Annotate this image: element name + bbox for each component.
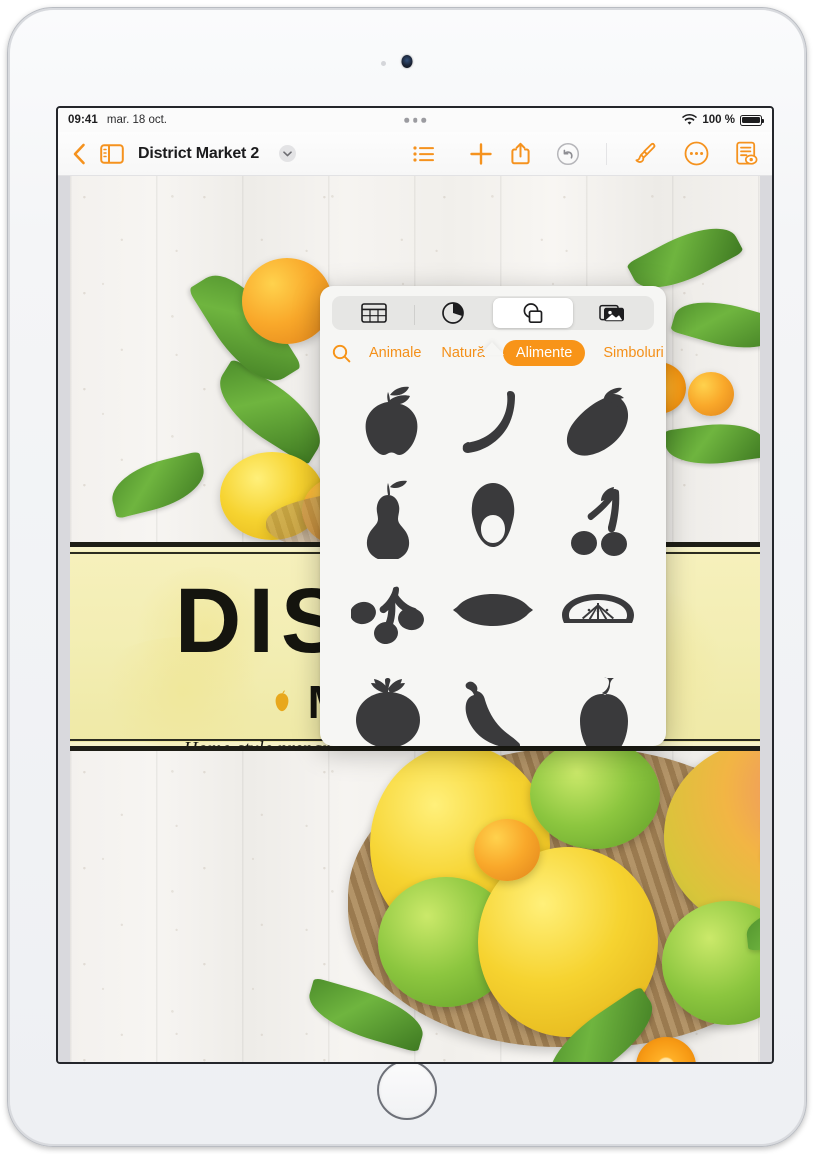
chevron-down-icon[interactable]	[279, 145, 297, 162]
segment-chart[interactable]	[413, 298, 494, 328]
bottom-photo	[70, 751, 760, 1062]
segment-table[interactable]	[334, 298, 414, 328]
shape-strawberry[interactable]	[545, 374, 650, 469]
battery-icon	[740, 114, 765, 126]
ipad-device: 09:41 mar. 18 oct. 100 % District Market…	[7, 7, 807, 1147]
undo-icon[interactable]	[556, 142, 580, 166]
kumquat-fruit	[688, 372, 734, 416]
shapes-icon	[523, 303, 543, 324]
ipad-screen: 09:41 mar. 18 oct. 100 % District Market…	[56, 106, 774, 1064]
toolbar-divider	[606, 142, 607, 165]
battery-percent-label: 100 %	[702, 114, 735, 126]
document-view-icon[interactable]	[735, 141, 758, 166]
category-alimente[interactable]: Alimente	[502, 340, 586, 366]
insert-type-segmented-control[interactable]	[332, 296, 654, 330]
segment-shape[interactable]	[493, 298, 573, 328]
insert-popover[interactable]: Animale Natură Alimente Simboluri E	[320, 286, 666, 746]
chart-pie-icon	[442, 302, 465, 324]
shape-apple[interactable]	[336, 374, 441, 469]
segment-media[interactable]	[573, 298, 653, 328]
category-simboluri[interactable]: Simboluri	[601, 341, 665, 365]
shape-citrus-slice[interactable]	[545, 568, 650, 663]
shape-cherries[interactable]	[545, 471, 650, 566]
popover-segmented-wrap	[320, 286, 666, 336]
home-button[interactable]	[377, 1060, 437, 1120]
front-camera-icon	[401, 55, 413, 68]
shape-chili-pepper[interactable]	[441, 665, 546, 746]
status-date: mar. 18 oct.	[106, 114, 168, 126]
more-ellipsis-icon[interactable]	[684, 141, 709, 166]
back-chevron-icon[interactable]	[72, 143, 86, 165]
status-bar: 09:41 mar. 18 oct. 100 %	[58, 108, 772, 132]
shape-banana[interactable]	[441, 374, 546, 469]
list-icon[interactable]	[413, 145, 435, 162]
shape-lemon[interactable]	[441, 568, 546, 663]
kumquat-fruit	[474, 819, 540, 881]
shape-grid[interactable]	[320, 372, 666, 746]
page-title[interactable]: District Market 2	[138, 145, 259, 163]
orange-fruit	[242, 258, 332, 344]
shape-tomato[interactable]	[336, 665, 441, 746]
popover-arrow	[480, 342, 504, 355]
apple-icon	[275, 690, 289, 712]
shape-avocado[interactable]	[441, 471, 546, 566]
status-time: 09:41	[68, 114, 98, 126]
multitasking-indicator[interactable]	[404, 117, 426, 123]
media-photos-icon	[599, 304, 624, 322]
document-sidebar-icon[interactable]	[100, 143, 124, 164]
shape-bell-pepper[interactable]	[545, 665, 650, 746]
paintbrush-icon[interactable]	[633, 141, 658, 166]
shape-olives[interactable]	[336, 568, 441, 663]
share-icon[interactable]	[511, 142, 530, 165]
category-animale[interactable]: Animale	[367, 341, 423, 365]
app-toolbar: District Market 2	[58, 132, 772, 176]
shape-pear[interactable]	[336, 471, 441, 566]
plus-icon[interactable]	[469, 142, 493, 166]
wifi-icon	[682, 114, 698, 125]
search-icon[interactable]	[332, 344, 351, 363]
ambient-light-sensor	[381, 61, 386, 66]
table-icon	[360, 303, 387, 323]
